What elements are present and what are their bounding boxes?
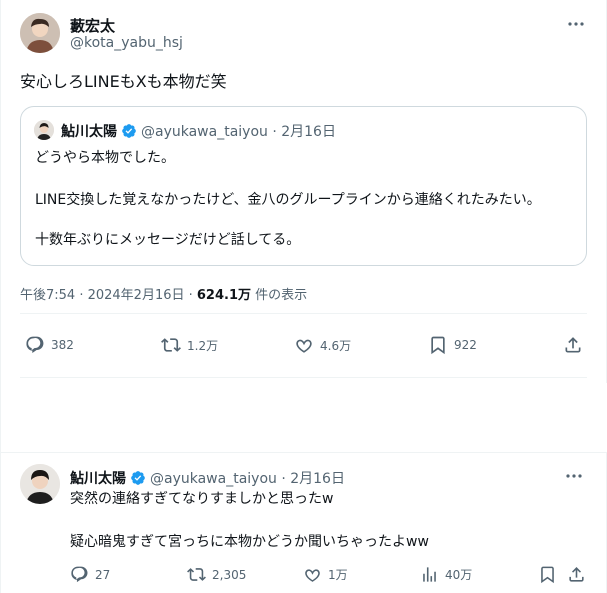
reply-author-name[interactable]: 鮎川太陽 [70, 471, 126, 487]
tweet-time[interactable]: 午後7:54 · 2024年2月16日 · [20, 288, 197, 303]
reply-icon [26, 336, 44, 354]
share-icon [569, 567, 584, 582]
verified-badge-icon [130, 470, 146, 486]
quote-author-handle[interactable]: @ayukawa_taiyou [141, 124, 268, 140]
main-tweet: 藪宏太 @kota_yabu_hsj 安心しろLINEもXも本物だ笑 鮎川太陽 @… [1, 0, 607, 383]
divider [20, 313, 587, 314]
like-icon [296, 339, 312, 353]
quote-text-line: どうやら本物でした。 [35, 150, 175, 166]
views-count: 40万 [445, 568, 473, 582]
quote-text-line: 十数年ぶりにメッセージだけど話してる。 [35, 232, 301, 248]
reply-button[interactable]: 382 [25, 335, 74, 355]
views-icon [423, 567, 436, 582]
reply-icon [71, 566, 88, 583]
reply-author-handle[interactable]: @ayukawa_taiyou [150, 471, 277, 487]
views-button[interactable]: 40万 [420, 565, 472, 584]
reply-header: 鮎川太陽 @ayukawa_taiyou · 2月16日 [70, 468, 345, 488]
more-icon[interactable] [564, 466, 584, 486]
retweet-count: 1.2万 [187, 338, 219, 353]
thread-gap [1, 383, 607, 453]
page: 藪宏太 @kota_yabu_hsj 安心しろLINEもXも本物だ笑 鮎川太陽 @… [0, 0, 607, 593]
like-button[interactable]: 1万 [303, 565, 348, 584]
quote-avatar [34, 120, 54, 140]
reply-count: 382 [51, 338, 74, 352]
reply-count: 27 [95, 567, 111, 582]
like-count: 1万 [328, 568, 348, 582]
bookmark-button[interactable]: 922 [428, 335, 477, 355]
quote-tweet[interactable]: 鮎川太陽 @ayukawa_taiyou · 2月16日 どうやら本物でした。 L… [20, 106, 587, 266]
divider [1, 452, 607, 453]
reply-text-line: 疑心暗鬼すぎて宮っちに本物かどうか聞いちゃったよww [70, 534, 429, 550]
share-icon [565, 337, 581, 353]
tweet-text: 安心しろLINEもXも本物だ笑 [20, 72, 227, 91]
view-count-label: 件の表示 [251, 288, 308, 303]
tweet-timestamp: 午後7:54 · 2024年2月16日 · 624.1万 件の表示 [20, 284, 307, 303]
quote-author-name[interactable]: 鮎川太陽 [61, 124, 117, 140]
share-button[interactable] [567, 565, 592, 584]
verified-badge-icon [121, 123, 137, 139]
retweet-button[interactable]: 2,305 [187, 565, 246, 584]
quote-date[interactable]: · 2月16日 [272, 124, 336, 140]
bookmark-icon [541, 566, 554, 584]
reply-avatar[interactable] [20, 464, 60, 504]
more-icon[interactable] [566, 14, 586, 34]
retweet-icon [161, 338, 181, 352]
bookmark-button[interactable] [538, 565, 563, 584]
reply-button[interactable]: 27 [70, 565, 110, 584]
share-button[interactable] [563, 335, 589, 355]
retweet-icon [187, 568, 206, 581]
quote-header: 鮎川太陽 @ayukawa_taiyou · 2月16日 [61, 121, 336, 141]
like-button[interactable]: 4.6万 [294, 335, 351, 355]
quote-text-line: LINE交換した覚えなかったけど、金八のグループラインから連絡くれたみたい。 [35, 192, 541, 208]
reply-date[interactable]: · 2月16日 [281, 471, 345, 487]
like-icon [305, 569, 320, 582]
reply-text-line: 突然の連絡すぎてなりすましかと思ったw [70, 491, 334, 507]
view-count: 624.1万 [196, 288, 252, 303]
like-count: 4.6万 [320, 338, 352, 353]
retweet-button[interactable]: 1.2万 [161, 335, 218, 355]
bookmark-icon [431, 336, 445, 355]
avatar[interactable] [20, 13, 60, 53]
author-handle[interactable]: @kota_yabu_hsj [70, 35, 183, 51]
bookmark-count: 922 [454, 338, 477, 352]
divider [20, 377, 587, 378]
retweet-count: 2,305 [212, 567, 247, 582]
author-name[interactable]: 藪宏太 [70, 15, 115, 36]
